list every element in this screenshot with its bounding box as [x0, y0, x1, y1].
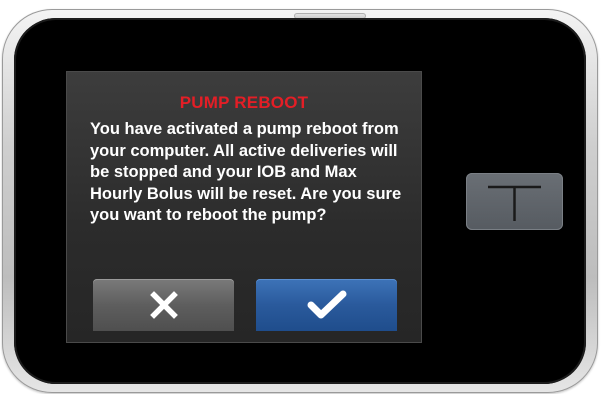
pump-reboot-dialog: PUMP REBOOT You have activated a pump re… — [66, 71, 422, 343]
t-logo-icon — [488, 185, 541, 221]
dialog-title: PUMP REBOOT — [179, 93, 309, 112]
home-button[interactable] — [466, 173, 563, 230]
touch-screen: PUMP REBOOT You have activated a pump re… — [58, 65, 428, 343]
checkmark-icon — [307, 290, 346, 319]
confirm-button[interactable] — [256, 279, 397, 331]
x-icon — [149, 291, 178, 319]
dialog-message: You have activated a pump reboot from yo… — [90, 120, 402, 224]
cancel-button[interactable] — [93, 279, 234, 331]
